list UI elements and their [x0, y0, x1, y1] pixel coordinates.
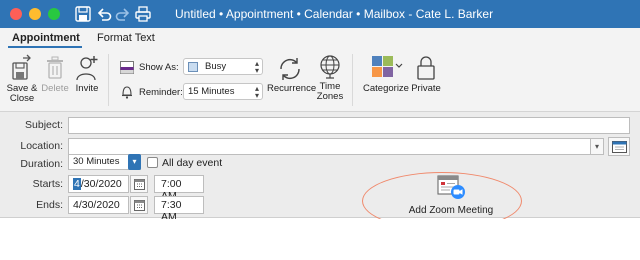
tab-appointment[interactable]: Appointment	[12, 32, 80, 44]
undo-icon[interactable]	[95, 5, 113, 23]
ends-label: Ends:	[36, 199, 63, 211]
start-date-picker-button[interactable]	[130, 175, 148, 193]
busy-swatch-icon	[188, 62, 198, 72]
room-finder-icon	[612, 141, 627, 153]
show-as-icon	[120, 61, 134, 74]
reminder-label: Reminder:	[139, 87, 183, 98]
end-date-field[interactable]: 4/30/2020	[68, 196, 129, 214]
show-as-select[interactable]: Busy ▴ ▾	[183, 58, 263, 75]
save-close-icon	[12, 54, 31, 80]
ribbon-separator	[352, 54, 353, 106]
all-day-label: All day event	[162, 157, 223, 169]
time-zones-button[interactable]: Time Zones	[315, 54, 345, 102]
notes-body-area[interactable]	[0, 219, 640, 260]
calendar-icon	[134, 179, 145, 190]
reminder-value: 15 Minutes	[188, 86, 235, 97]
recurrence-icon	[280, 58, 300, 80]
reminder-select[interactable]: 15 Minutes ▴ ▾	[183, 83, 263, 100]
globe-icon	[320, 55, 340, 79]
subject-label: Subject:	[25, 119, 63, 131]
time-zones-label-line2: Zones	[316, 91, 344, 102]
minimize-window-button[interactable]	[29, 8, 41, 20]
lock-icon	[417, 56, 435, 80]
start-time-field[interactable]: 7:00 AM	[154, 175, 204, 202]
delete-button[interactable]: Delete	[40, 54, 70, 94]
ribbon-separator	[108, 54, 109, 106]
save-close-button[interactable]: Save & Close	[6, 54, 38, 104]
chevron-down-icon: ▾	[594, 142, 599, 151]
add-person-icon	[76, 56, 98, 81]
title-bar: Untitled • Appointment • Calendar • Mail…	[0, 0, 640, 28]
tab-format-text[interactable]: Format Text	[97, 32, 155, 44]
window-title: Untitled • Appointment • Calendar • Mail…	[175, 7, 494, 21]
start-date-rest: /30/2020	[80, 178, 122, 190]
close-window-button[interactable]	[10, 8, 22, 20]
show-as-label: Show As:	[139, 62, 179, 73]
chevron-down-icon: ▾	[128, 154, 141, 170]
location-input[interactable]	[68, 138, 603, 155]
all-day-checkbox[interactable]	[147, 157, 158, 168]
zoom-window-button[interactable]	[48, 8, 60, 20]
chevron-updown-icon: ▴ ▾	[254, 84, 259, 100]
private-label: Private	[411, 83, 441, 94]
private-button[interactable]: Private	[410, 54, 442, 94]
duration-select[interactable]: 30 Minutes ▾	[68, 154, 141, 170]
duration-label: Duration:	[20, 158, 63, 170]
end-date-value: 4/30/2020	[73, 199, 120, 211]
subject-input[interactable]	[68, 117, 630, 134]
start-date-day-selected: 4	[73, 178, 81, 190]
ribbon-tabs: Appointment Format Text	[0, 28, 640, 48]
location-dropdown-button[interactable]: ▾	[590, 138, 604, 155]
show-as-value: Busy	[205, 61, 227, 72]
invite-button[interactable]: Invite	[72, 54, 102, 94]
categorize-label: Categorize	[363, 83, 409, 94]
calendar-icon	[134, 200, 145, 211]
print-icon[interactable]	[134, 5, 152, 23]
ribbon: Save & Close Delete Invite Show As: Busy	[0, 48, 640, 112]
appointment-form: Subject: Location: ▾ Duration: 30 Minute…	[0, 112, 640, 223]
location-label: Location:	[20, 140, 63, 152]
redo-icon[interactable]	[114, 5, 132, 23]
save-close-label-line2: Close	[9, 93, 35, 104]
save-icon[interactable]	[74, 5, 92, 23]
duration-value: 30 Minutes	[73, 156, 120, 167]
bell-icon	[122, 86, 132, 99]
end-date-picker-button[interactable]	[130, 196, 148, 214]
recurrence-button[interactable]: Recurrence	[267, 56, 317, 94]
room-finder-button[interactable]	[608, 137, 630, 156]
end-time-field[interactable]: 7:30 AM	[154, 196, 204, 223]
trash-icon	[47, 56, 63, 79]
invite-label: Invite	[75, 83, 99, 94]
start-date-field[interactable]: 4/30/2020	[68, 175, 129, 193]
recurrence-label: Recurrence	[267, 83, 317, 94]
chevron-updown-icon: ▴ ▾	[254, 59, 259, 75]
starts-label: Starts:	[32, 178, 63, 190]
categorize-button[interactable]: Categorize	[361, 54, 411, 94]
delete-label: Delete	[41, 83, 69, 94]
categorize-icon	[372, 56, 403, 77]
